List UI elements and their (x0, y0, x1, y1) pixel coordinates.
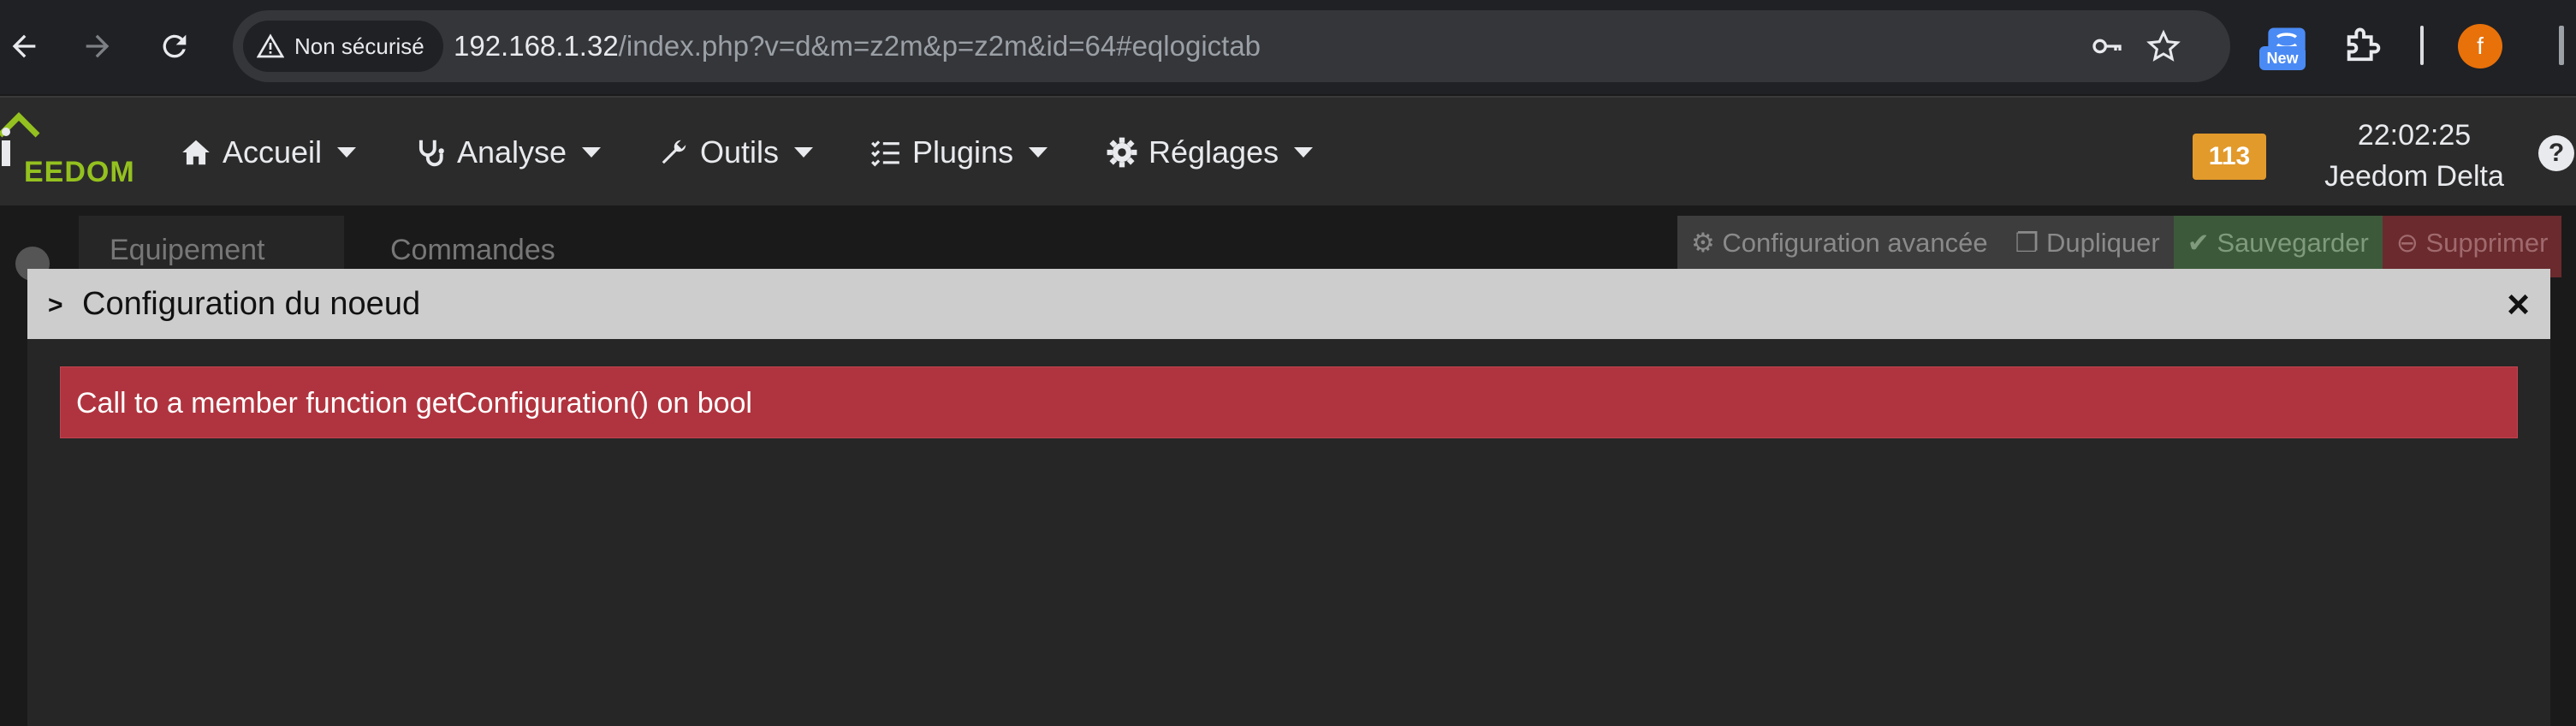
clock-widget: 22:02:25 Jeedom Delta (2316, 115, 2513, 197)
tab-label: Commandes (390, 234, 555, 266)
error-alert: Call to a member function getConfigurati… (60, 366, 2518, 438)
menu-label: Réglages (1149, 134, 1279, 170)
menu-icon[interactable] (2559, 26, 2564, 65)
tab-commandes[interactable]: Commandes (359, 216, 586, 276)
stethoscope-icon (418, 140, 444, 167)
clock-time: 22:02:25 (2357, 119, 2472, 152)
browser-toolbar: Non sécurisé 192.168.1.32/index.php?v=d&… (0, 0, 2576, 94)
gear-icon (1107, 137, 1137, 168)
close-icon[interactable]: × (2507, 269, 2530, 339)
jeedom-logo[interactable]: EEDOM (0, 110, 145, 195)
menu-reglages[interactable]: Réglages (1106, 98, 1314, 207)
url-host: 192.168.1.32 (454, 30, 619, 62)
modal-title: Configuration du noeud (82, 286, 421, 322)
url-text[interactable]: 192.168.1.32/index.php?v=d&m=z2m&p=z2m&i… (454, 10, 1261, 82)
button-label: Configuration avancée (1722, 228, 1988, 258)
button-label: Supprimer (2425, 228, 2549, 258)
new-badge: New (2259, 46, 2306, 70)
forward-icon[interactable] (74, 22, 122, 70)
tab-label: Equipement (110, 234, 265, 266)
url-path: /index.php?v=d&m=z2m&p=z2m&id=64#eqlogic… (618, 30, 1261, 62)
system-name: Jeedom Delta (2324, 160, 2504, 193)
menu-analyse[interactable]: Analyse (414, 98, 602, 207)
home-icon (182, 140, 210, 165)
menu-label: Accueil (223, 134, 323, 170)
chevron-right-icon: > (48, 291, 63, 319)
menu-label: Plugins (912, 134, 1014, 170)
menu-plugins[interactable]: Plugins (870, 98, 1048, 207)
checklist-icon (871, 140, 899, 167)
message-count-badge[interactable]: 113 (2193, 134, 2266, 180)
menu-label: Analyse (457, 134, 567, 170)
address-bar[interactable]: Non sécurisé 192.168.1.32/index.php?v=d&… (233, 10, 2230, 82)
menu-accueil[interactable]: Accueil (180, 98, 357, 207)
back-icon[interactable] (0, 22, 48, 70)
caret-down-icon (794, 147, 814, 158)
caret-down-icon (1294, 147, 1314, 158)
profile-avatar[interactable]: f (2458, 24, 2502, 68)
modal-header: > Configuration du noeud × (27, 269, 2550, 339)
caret-down-icon (337, 147, 357, 158)
caret-down-icon (582, 147, 602, 158)
menu-outils[interactable]: Outils (657, 98, 814, 207)
button-label: Dupliquer (2046, 228, 2160, 258)
security-chip[interactable]: Non sécurisé (243, 21, 443, 72)
warning-icon (257, 33, 284, 58)
tab-equipement[interactable]: Equipement (79, 216, 344, 276)
key-icon[interactable] (2090, 29, 2124, 63)
extensions-icon[interactable] (2342, 24, 2386, 68)
logo-text: EEDOM (24, 156, 135, 188)
jeedom-navbar: EEDOM Accueil Analyse Outils Plugins Rég… (0, 96, 2576, 205)
caret-down-icon (1029, 147, 1048, 158)
button-label: Sauvegarder (2217, 228, 2369, 258)
modal-body: Call to a member function getConfigurati… (27, 339, 2550, 726)
reload-icon[interactable] (151, 22, 199, 70)
menu-label: Outils (700, 134, 780, 170)
help-icon[interactable]: ? (2538, 135, 2574, 171)
error-message: Call to a member function getConfigurati… (76, 387, 752, 420)
wrench-icon (662, 140, 686, 164)
toolbar-divider (2420, 26, 2424, 65)
star-icon[interactable] (2146, 29, 2181, 63)
security-label: Non sécurisé (294, 33, 424, 59)
